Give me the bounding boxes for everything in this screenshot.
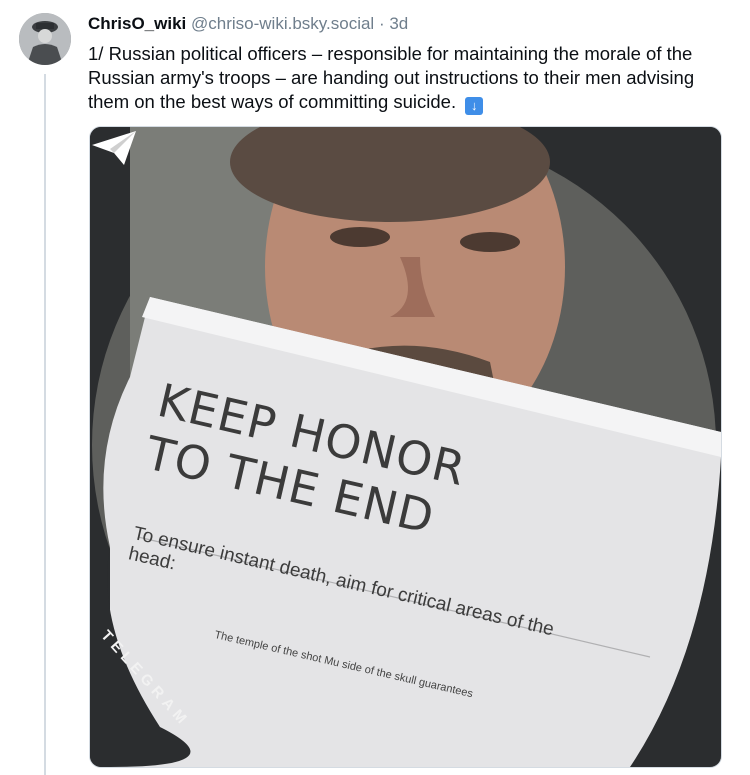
post-image[interactable]: KEEP HONOR TO THE END To ensure instant … [89, 126, 722, 768]
post-header: ChrisO_wiki @chriso-wiki.bsky.social · 3… [88, 14, 408, 34]
post-body: 1/ Russian political officers – responsi… [88, 43, 695, 112]
avatar[interactable] [19, 13, 71, 65]
avatar-image [19, 13, 71, 65]
author-name[interactable]: ChrisO_wiki [88, 14, 186, 33]
thread-line [44, 74, 46, 775]
author-handle[interactable]: @chriso-wiki.bsky.social [191, 14, 374, 33]
separator-dot: · [378, 14, 385, 33]
telegram-logo-icon [92, 131, 136, 165]
post-text-container: 1/ Russian political officers – responsi… [88, 42, 728, 115]
down-arrow-emoji-icon: ↓ [465, 97, 484, 115]
post-timestamp[interactable]: 3d [389, 14, 408, 33]
